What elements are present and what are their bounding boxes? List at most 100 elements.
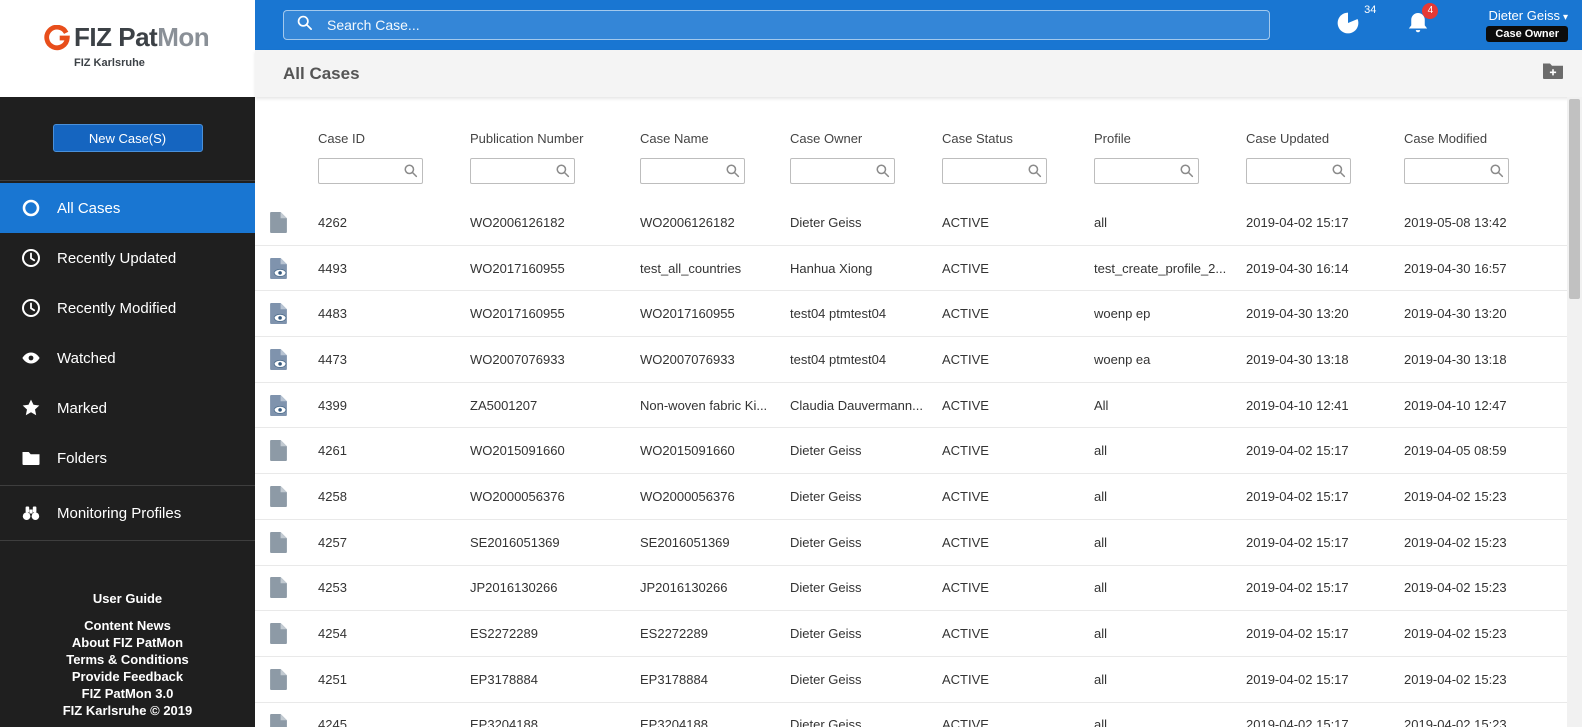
column-header-label[interactable]: Profile xyxy=(1094,131,1246,148)
search-icon[interactable] xyxy=(725,163,740,178)
sidebar-item-recently-updated[interactable]: Recently Updated xyxy=(0,233,255,283)
column-filter xyxy=(1246,158,1351,184)
cell-case-status: ACTIVE xyxy=(942,534,989,550)
search-icon[interactable] xyxy=(403,163,418,178)
column-case-owner: Case Owner xyxy=(790,131,942,200)
provide-feedback-link[interactable]: Provide Feedback xyxy=(0,668,255,685)
table-row[interactable]: 4399 ZA5001207 Non-woven fabric Ki... Claud… xyxy=(255,383,1567,429)
document-icon xyxy=(270,668,318,690)
cell-case-owner: Dieter Geiss xyxy=(790,717,862,727)
cell-publication-number: SE2016051369 xyxy=(470,534,560,550)
search-icon xyxy=(296,14,313,36)
table-row[interactable]: 4493 WO2017160955 test_all_countries Hanhua… xyxy=(255,246,1567,292)
sidebar-item-label: Marked xyxy=(57,399,108,417)
cell-case-name: EP3178884 xyxy=(640,671,708,687)
table-row[interactable]: 4254 ES2272289 ES2272289 Dieter Geiss ACTIVE… xyxy=(255,611,1567,657)
column-header-label[interactable]: Case Owner xyxy=(790,131,942,148)
column-case-name: Case Name xyxy=(640,131,790,200)
cell-case-id: 4257 xyxy=(318,534,347,550)
cell-publication-number: ES2272289 xyxy=(470,626,538,642)
cell-profile: All xyxy=(1094,397,1109,413)
cell-publication-number: WO2006126182 xyxy=(470,214,565,230)
table-row[interactable]: 4261 WO2015091660 WO2015091660 Dieter Geiss… xyxy=(255,428,1567,475)
fiz-logo-icon xyxy=(44,24,70,51)
search-icon[interactable] xyxy=(1489,163,1504,178)
search-input[interactable] xyxy=(327,17,1269,33)
cell-profile: woenp ep xyxy=(1094,306,1151,322)
cell-case-modified: 2019-04-02 15:23 xyxy=(1404,626,1507,642)
sidebar-item-all-cases[interactable]: All Cases xyxy=(0,183,255,233)
add-folder-button[interactable] xyxy=(1542,62,1564,85)
sidebar-item-folders[interactable]: Folders xyxy=(0,433,255,483)
terms-conditions-link[interactable]: Terms & Conditions xyxy=(0,651,255,668)
cell-case-status: ACTIVE xyxy=(942,626,989,642)
table-row[interactable]: 4245 EP3204188 EP3204188 Dieter Geiss ACTIVE… xyxy=(255,703,1567,727)
search-icon[interactable] xyxy=(875,163,890,178)
new-case-button[interactable]: New Case(S) xyxy=(52,124,203,152)
fiz-patmon-3-0-text: FIZ PatMon 3.0 xyxy=(81,686,174,701)
logo-text: FIZ PatMon xyxy=(74,22,210,52)
cell-case-name: Non-woven fabric Ki... xyxy=(640,397,768,413)
case-table-body: 4262 WO2006126182 WO2006126182 Dieter Geiss… xyxy=(255,200,1567,727)
content-news-link[interactable]: Content News xyxy=(0,617,255,634)
case-owner-badge: Case Owner xyxy=(1486,26,1568,42)
cell-case-modified: 2019-04-30 13:20 xyxy=(1404,306,1507,322)
sidebar-footer: User Guide Content News About FIZ PatMon Te… xyxy=(0,590,255,727)
table-row[interactable]: 4257 SE2016051369 SE2016051369 Dieter Geiss… xyxy=(255,520,1567,566)
table-row[interactable]: 4258 WO2000056376 WO2000056376 Dieter Geiss… xyxy=(255,474,1567,520)
column-header-label[interactable]: Case ID xyxy=(318,131,470,148)
sidebar-item-marked[interactable]: Marked xyxy=(0,383,255,433)
cell-case-id: 4253 xyxy=(318,580,347,596)
cell-case-status: ACTIVE xyxy=(942,580,989,596)
table-row[interactable]: 4262 WO2006126182 WO2006126182 Dieter Geiss… xyxy=(255,200,1567,246)
search-icon[interactable] xyxy=(1179,163,1194,178)
table-row[interactable]: 4253 JP2016130266 JP2016130266 Dieter Geiss… xyxy=(255,566,1567,612)
cell-case-name: WO2000056376 xyxy=(640,488,735,504)
about-fiz-patmon-link[interactable]: About FIZ PatMon xyxy=(0,634,255,651)
cell-publication-number: EP3178884 xyxy=(470,671,538,687)
column-header-label[interactable]: Case Updated xyxy=(1246,131,1404,148)
cell-case-status: ACTIVE xyxy=(942,717,989,727)
cell-case-name: ES2272289 xyxy=(640,626,708,642)
cell-case-owner: test04 ptmtest04 xyxy=(790,306,887,322)
cell-case-id: 4245 xyxy=(318,717,347,727)
cell-profile: all xyxy=(1094,488,1108,504)
cell-publication-number: WO2017160955 xyxy=(470,306,565,322)
cell-case-id: 4261 xyxy=(318,443,347,459)
cell-case-name: WO2006126182 xyxy=(640,214,735,230)
app-window: FIZ PatMon FIZ Karlsruhe New Case(S) All… xyxy=(0,0,1582,727)
table-row[interactable]: 4251 EP3178884 EP3178884 Dieter Geiss ACTIVE… xyxy=(255,657,1567,703)
logo[interactable]: FIZ PatMon FIZ Karlsruhe xyxy=(0,0,255,97)
cell-case-modified: 2019-04-02 15:23 xyxy=(1404,580,1507,596)
sidebar-item-watched[interactable]: Watched xyxy=(0,333,255,383)
cell-case-owner: test04 ptmtest04 xyxy=(790,351,887,367)
vertical-scrollbar[interactable] xyxy=(1567,97,1582,727)
table-row[interactable]: 4483 WO2017160955 WO2017160955 test04 ptmte… xyxy=(255,291,1567,338)
column-header-label[interactable]: Case Status xyxy=(942,131,1094,148)
sidebar-item-monitoring-profiles[interactable]: Monitoring Profiles xyxy=(0,488,255,538)
sidebar-divider xyxy=(0,485,255,486)
reports-button[interactable]: 34 xyxy=(1336,4,1376,40)
search-icon[interactable] xyxy=(1331,163,1346,178)
cell-case-updated: 2019-04-02 15:17 xyxy=(1246,488,1349,504)
column-header-label[interactable]: Case Name xyxy=(640,131,790,148)
cell-case-name: EP3204188 xyxy=(640,717,708,727)
cell-profile: all xyxy=(1094,580,1108,596)
sidebar-item-recently-modified[interactable]: Recently Modified xyxy=(0,283,255,333)
table-row[interactable]: 4473 WO2007076933 WO2007076933 test04 ptmte… xyxy=(255,337,1567,383)
search-icon[interactable] xyxy=(1027,163,1042,178)
scrollbar-thumb[interactable] xyxy=(1569,99,1580,299)
notifications-button[interactable]: 4 xyxy=(1406,2,1439,40)
search-icon[interactable] xyxy=(555,163,570,178)
cell-case-updated: 2019-04-10 12:41 xyxy=(1246,397,1349,413)
user-menu[interactable]: Dieter Geiss ▾ xyxy=(1486,8,1568,23)
cell-case-owner: Dieter Geiss xyxy=(790,488,862,504)
search-box[interactable] xyxy=(283,10,1270,40)
column-header-label[interactable]: Publication Number xyxy=(470,131,640,148)
column-header-label[interactable]: Case Modified xyxy=(1404,131,1567,148)
cell-case-id: 4251 xyxy=(318,671,347,687)
cell-profile: test_create_profile_2... xyxy=(1094,260,1227,276)
cell-publication-number: JP2016130266 xyxy=(470,580,558,596)
user-guide-link[interactable]: User Guide xyxy=(0,590,255,607)
cell-case-owner: Dieter Geiss xyxy=(790,443,862,459)
